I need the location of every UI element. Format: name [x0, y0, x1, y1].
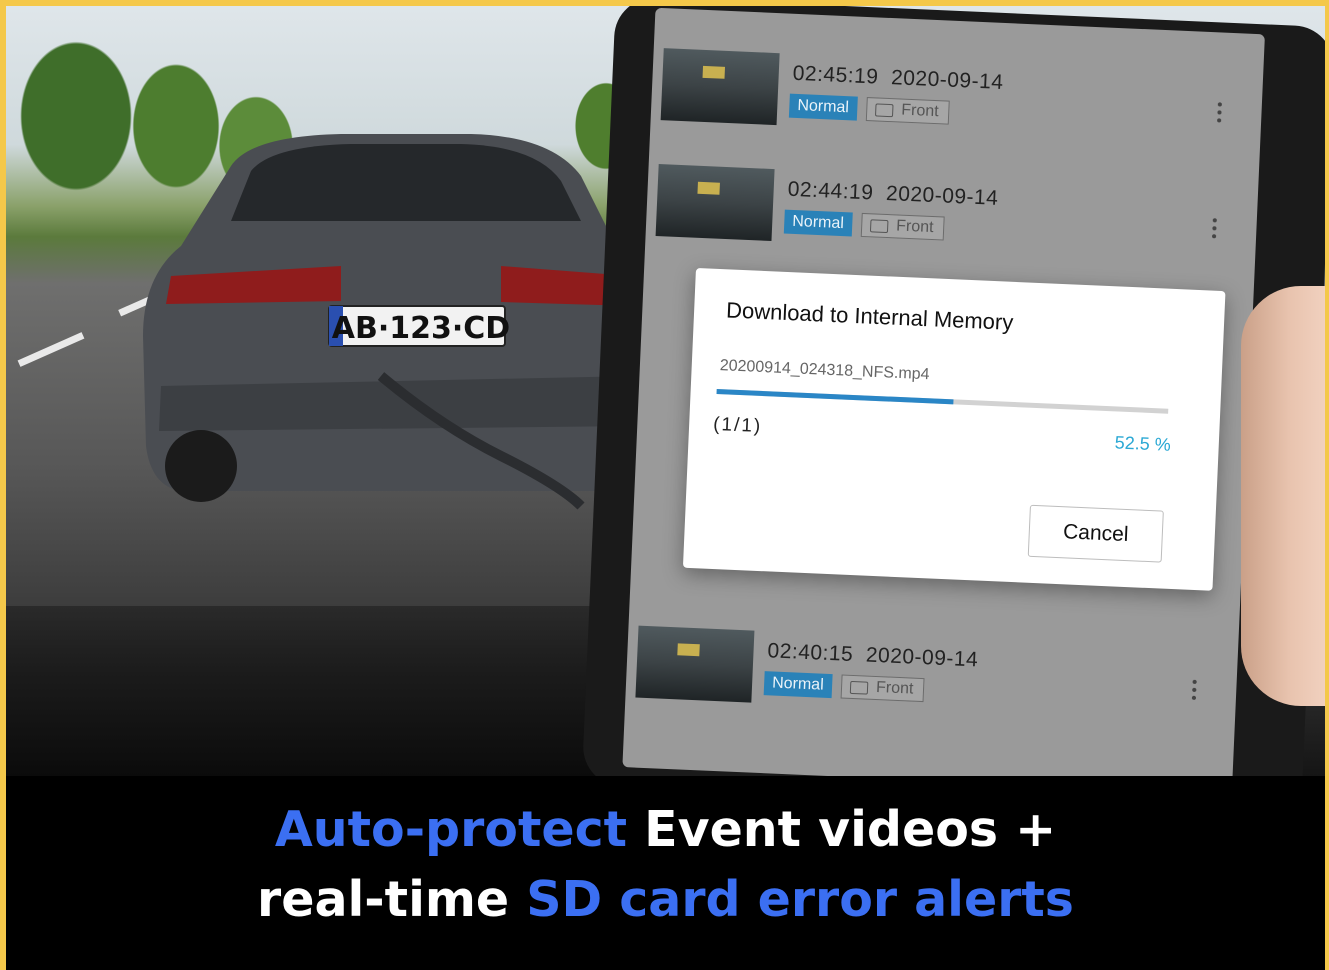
caption-line-2: real-time SD card error alerts	[6, 864, 1325, 936]
camera-badge: Front	[865, 97, 951, 125]
event-thumbnail[interactable]	[635, 625, 755, 703]
license-plate: AB·123·CD	[332, 311, 510, 346]
more-options-icon[interactable]	[1191, 677, 1197, 700]
road-marking	[17, 332, 85, 367]
camera-badge: Front	[840, 674, 925, 703]
more-options-icon[interactable]	[1212, 216, 1217, 239]
promo-canvas: AB·123·CD 02:45:19 2020-09-14 Normal Fro…	[6, 6, 1325, 970]
video-camera-icon	[869, 219, 889, 234]
download-filename: 20200914_024318_NFS.mp4	[719, 357, 930, 384]
event-type-badge: Normal	[763, 671, 833, 699]
event-list-item[interactable]: 02:45:19 2020-09-14 Normal Front	[659, 48, 1253, 174]
event-list-item[interactable]: 02:40:15 2020-09-14 Normal Front	[634, 625, 1228, 752]
event-type-badge: Normal	[783, 209, 853, 237]
caption-accent-1: Auto-protect	[274, 801, 628, 858]
promo-caption: Auto-protect Event videos + real-time SD…	[6, 776, 1325, 970]
promo-frame: AB·123·CD 02:45:19 2020-09-14 Normal Fro…	[0, 0, 1329, 970]
video-camera-icon	[849, 680, 869, 695]
caption-accent-2: SD card error alerts	[526, 871, 1074, 928]
event-timestamp: 02:45:19 2020-09-14	[792, 61, 1004, 94]
download-progress-bar	[716, 389, 1169, 414]
event-timestamp: 02:44:19 2020-09-14	[787, 177, 999, 210]
event-type-badge: Normal	[788, 93, 858, 121]
plate-text: AB·123·CD	[332, 311, 510, 346]
more-options-icon[interactable]	[1217, 100, 1223, 123]
dialog-title: Download to Internal Memory	[725, 297, 1014, 335]
hand-thumb	[1241, 286, 1325, 706]
video-camera-icon	[874, 103, 894, 118]
download-count: (1/1)	[712, 413, 763, 438]
download-dialog: Download to Internal Memory 20200914_024…	[682, 268, 1226, 591]
download-percent: 52.5 %	[1114, 432, 1172, 455]
download-progress-fill	[716, 389, 954, 405]
camera-badge: Front	[860, 212, 946, 241]
event-timestamp: 02:40:15 2020-09-14	[767, 639, 979, 672]
caption-text-2: real-time	[257, 871, 527, 928]
caption-line-1: Auto-protect Event videos +	[6, 794, 1325, 866]
event-thumbnail[interactable]	[660, 48, 780, 126]
caption-text-1: Event videos +	[627, 801, 1057, 858]
event-thumbnail[interactable]	[655, 164, 775, 242]
cancel-button[interactable]: Cancel	[1027, 504, 1164, 563]
